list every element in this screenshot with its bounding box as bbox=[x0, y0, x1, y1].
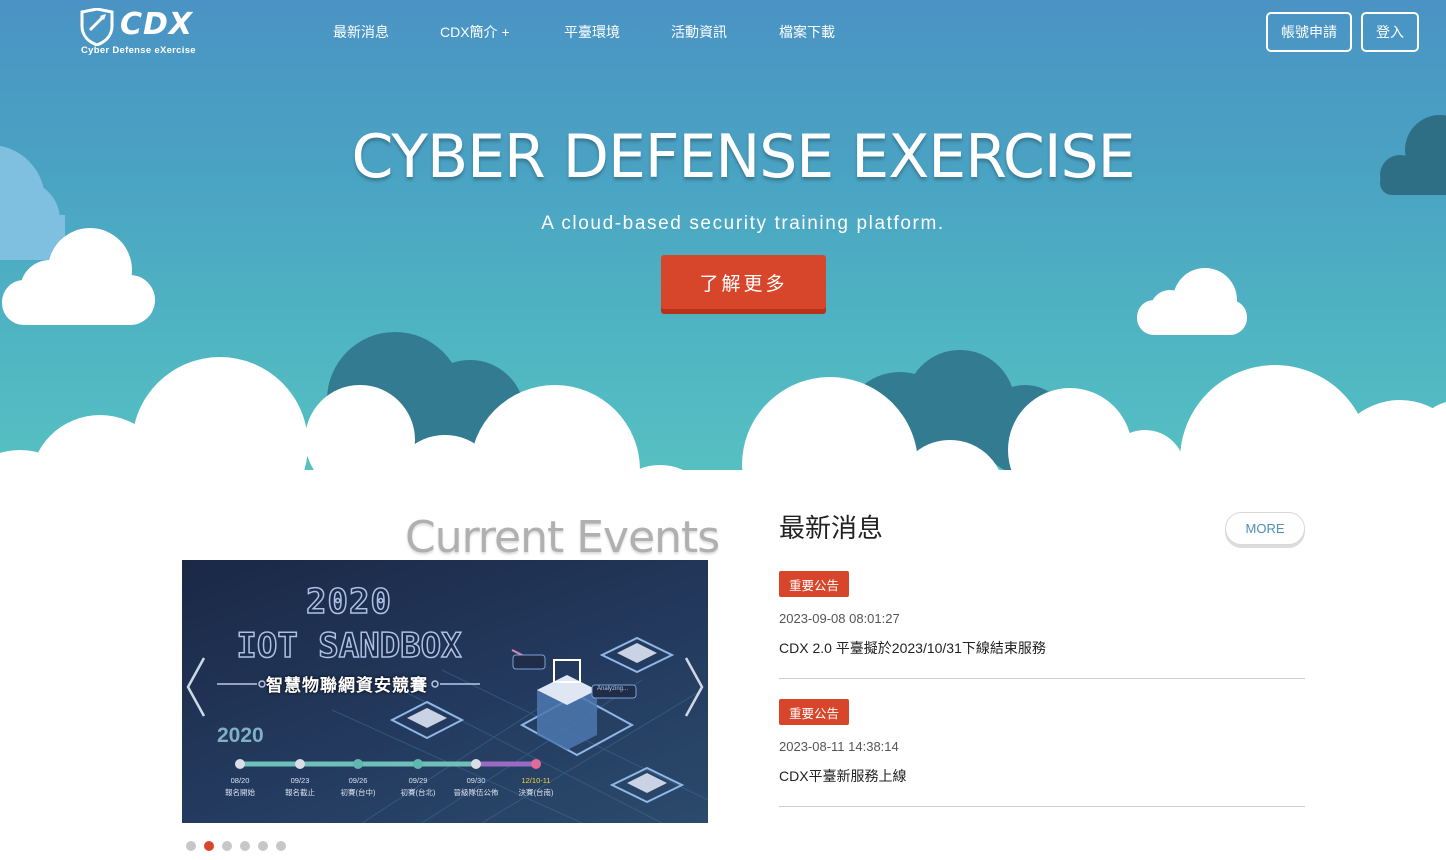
register-button[interactable]: 帳號申請 bbox=[1266, 12, 1352, 52]
nav-item-about[interactable]: CDX簡介 + bbox=[440, 22, 510, 42]
hero-banner: CDX Cyber Defense eXercise 最新消息 CDX簡介 + … bbox=[0, 0, 1446, 500]
news-date: 2023-08-11 14:38:14 bbox=[779, 739, 899, 754]
nav-item-news[interactable]: 最新消息 bbox=[333, 22, 389, 42]
news-date: 2023-09-08 08:01:27 bbox=[779, 611, 900, 626]
logo-tagline: Cyber Defense eXercise bbox=[81, 45, 196, 56]
logo-wordmark: CDX bbox=[120, 7, 194, 42]
shield-logo-icon bbox=[80, 8, 114, 46]
hero-subtitle: A cloud-based security training platform… bbox=[541, 213, 945, 234]
carousel-dot[interactable] bbox=[186, 841, 196, 851]
slide-main-title: IOT SANDBOX bbox=[236, 625, 463, 667]
slide-year-label: 2020 bbox=[217, 724, 264, 747]
carousel-dot[interactable] bbox=[276, 841, 286, 851]
carousel-dot[interactable] bbox=[240, 841, 250, 851]
news-badge: 重要公告 bbox=[779, 699, 850, 725]
events-heading: Current Events bbox=[405, 512, 720, 563]
timeline-label: 晉級隊伍公佈 bbox=[453, 788, 499, 797]
carousel-dot[interactable] bbox=[222, 841, 232, 851]
event-carousel[interactable]: 2020 IOT SANDBOX 智慧物聯網資安競賽 2020 Analyzin… bbox=[182, 560, 708, 823]
slide-subtitle: 智慧物聯網資安競賽 bbox=[266, 676, 428, 695]
timeline-date: 09/23 bbox=[290, 776, 310, 785]
news-badge: 重要公告 bbox=[779, 571, 850, 597]
news-item: 重要公告 2023-08-11 14:38:14 CDX平臺新服務上線 bbox=[779, 699, 1305, 807]
news-more-button[interactable]: MORE bbox=[1225, 512, 1305, 545]
timeline-label: 初賽(台中) bbox=[340, 788, 376, 797]
timeline-date: 09/30 bbox=[466, 776, 486, 785]
timeline-date: 12/10-11 bbox=[521, 776, 551, 785]
nav-item-platform[interactable]: 平臺環境 bbox=[564, 22, 620, 42]
carousel-dot[interactable] bbox=[258, 841, 268, 851]
timeline-date: 08/20 bbox=[230, 776, 250, 785]
nav-item-downloads[interactable]: 檔案下載 bbox=[779, 22, 835, 42]
news-item: 重要公告 2023-09-08 08:01:27 CDX 2.0 平臺擬於202… bbox=[779, 571, 1305, 679]
login-button[interactable]: 登入 bbox=[1361, 12, 1419, 52]
timeline-date: 09/26 bbox=[348, 776, 368, 785]
carousel-next-icon[interactable] bbox=[682, 656, 706, 718]
carousel-dot-active[interactable] bbox=[204, 841, 214, 851]
hero-title: CYBER DEFENSE EXERCISE bbox=[351, 122, 1135, 192]
slide-year-title: 2020 bbox=[305, 581, 392, 623]
timeline-label: 報名開始 bbox=[225, 788, 255, 797]
news-heading: 最新消息 bbox=[779, 513, 884, 543]
news-link[interactable]: CDX平臺新服務上線 bbox=[779, 766, 907, 786]
carousel-prev-icon[interactable] bbox=[184, 656, 208, 718]
timeline-label: 決賽(台南) bbox=[518, 788, 554, 797]
site-logo[interactable]: CDX Cyber Defense eXercise bbox=[80, 7, 196, 58]
timeline-label: 報名截止 bbox=[285, 788, 315, 797]
slide-analyzing-tag: Analyzing... bbox=[597, 686, 629, 692]
learn-more-button[interactable]: 了解更多 bbox=[661, 255, 826, 309]
timeline-label: 初賽(台北) bbox=[400, 788, 436, 797]
nav-item-events[interactable]: 活動資訊 bbox=[671, 22, 727, 42]
news-link[interactable]: CDX 2.0 平臺擬於2023/10/31下線結束服務 bbox=[779, 638, 1046, 658]
cloud-illustration bbox=[0, 115, 1446, 500]
timeline-date: 09/29 bbox=[408, 776, 428, 785]
